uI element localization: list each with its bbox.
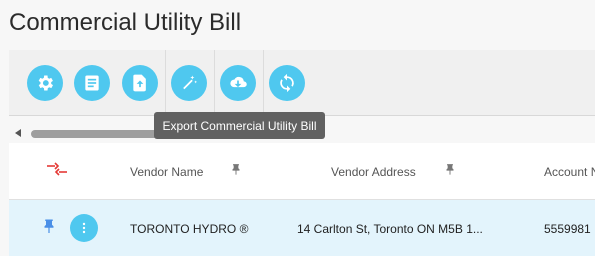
cell-vendor-address: 14 Carlton St, Toronto ON M5B 1...	[297, 222, 483, 236]
details-button[interactable]	[74, 65, 110, 101]
data-grid: Vendor Name Vendor Address Account N TOR…	[9, 143, 595, 256]
more-vertical-icon	[82, 222, 86, 234]
grid-header: Vendor Name Vendor Address Account N	[9, 143, 595, 200]
magic-wand-icon	[183, 75, 198, 90]
toolbar-divider	[263, 50, 264, 116]
sync-icon	[280, 73, 294, 93]
settings-button[interactable]	[27, 65, 63, 101]
magic-button[interactable]	[171, 65, 207, 101]
column-header-vendor-address[interactable]: Vendor Address	[331, 165, 416, 179]
pin-icon[interactable]	[443, 163, 457, 177]
page-title: Commercial Utility Bill	[9, 9, 242, 36]
export-tooltip: Export Commercial Utility Bill	[154, 112, 325, 139]
cell-vendor-name: TORONTO HYDRO ®	[130, 222, 249, 236]
toolbar-divider	[165, 50, 166, 116]
cell-account-number: 5559981	[544, 222, 591, 236]
gear-icon	[38, 75, 53, 91]
table-row[interactable]: TORONTO HYDRO ® 14 Carlton St, Toronto O…	[9, 200, 595, 256]
column-header-account-number[interactable]: Account N	[544, 165, 595, 179]
cloud-download-icon	[230, 76, 247, 88]
export-button[interactable]	[220, 65, 256, 101]
toolbar-divider	[214, 50, 215, 116]
upload-button[interactable]	[122, 65, 158, 101]
toolbar	[9, 50, 595, 116]
document-icon	[85, 75, 99, 91]
row-menu-button[interactable]	[70, 214, 98, 242]
file-upload-icon	[133, 74, 146, 92]
pin-icon[interactable]	[40, 218, 58, 236]
column-header-vendor-name[interactable]: Vendor Name	[130, 165, 203, 179]
refresh-button[interactable]	[269, 65, 305, 101]
collapse-columns-icon[interactable]	[45, 162, 69, 176]
pin-icon[interactable]	[229, 163, 243, 177]
scroll-left-arrow[interactable]	[15, 129, 21, 137]
